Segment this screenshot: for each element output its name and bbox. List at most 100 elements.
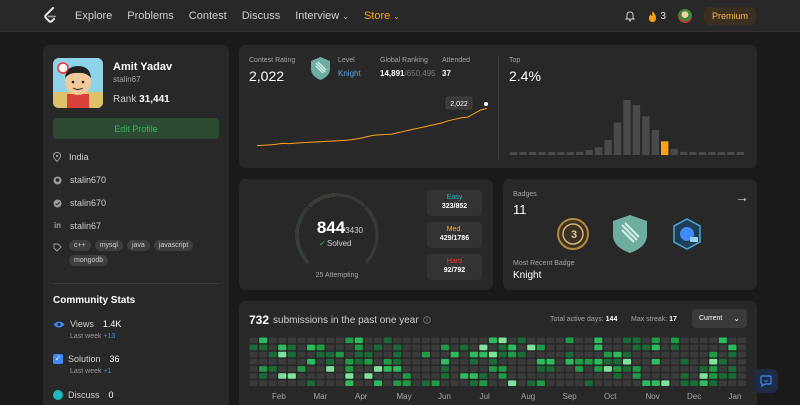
heatmap-cell[interactable] bbox=[603, 380, 612, 386]
heatmap-cell[interactable] bbox=[307, 380, 316, 386]
heatmap-cell[interactable] bbox=[584, 351, 593, 358]
heatmap-cell[interactable] bbox=[450, 337, 459, 344]
heatmap-cell[interactable] bbox=[297, 380, 306, 386]
heatmap-cell[interactable] bbox=[546, 351, 555, 358]
heatmap-cell[interactable] bbox=[575, 344, 584, 351]
heatmap-cell[interactable] bbox=[575, 366, 584, 372]
github-link[interactable]: stalin670 bbox=[70, 175, 106, 185]
heatmap-cell[interactable] bbox=[479, 366, 488, 372]
heatmap-cell[interactable] bbox=[345, 337, 354, 344]
heatmap-cell[interactable] bbox=[603, 337, 612, 344]
heatmap-cell[interactable] bbox=[345, 358, 354, 365]
heatmap-cell[interactable] bbox=[249, 351, 258, 358]
heatmap-cell[interactable] bbox=[278, 344, 287, 351]
heatmap-cell[interactable] bbox=[699, 380, 708, 386]
heatmap-cell[interactable] bbox=[737, 337, 746, 344]
heatmap-cell[interactable] bbox=[603, 351, 612, 358]
heatmap-cell[interactable] bbox=[670, 344, 679, 351]
heatmap-cell[interactable] bbox=[431, 344, 440, 351]
heatmap-cell[interactable] bbox=[431, 358, 440, 365]
heatmap-cell[interactable] bbox=[259, 380, 268, 386]
heatmap-cell[interactable] bbox=[594, 380, 603, 386]
heatmap-cell[interactable] bbox=[498, 337, 507, 344]
heatmap-cell[interactable] bbox=[460, 380, 469, 386]
heatmap-cell[interactable] bbox=[345, 380, 354, 386]
nav-link-explore[interactable]: Explore bbox=[75, 10, 112, 22]
heatmap-cell[interactable] bbox=[450, 344, 459, 351]
heatmap-cell[interactable] bbox=[316, 344, 325, 351]
heatmap-cell[interactable] bbox=[680, 351, 689, 358]
skill-tag[interactable]: c++ bbox=[69, 240, 91, 251]
skill-tag[interactable]: javascript bbox=[153, 240, 194, 251]
heatmap-cell[interactable] bbox=[699, 337, 708, 344]
heatmap-cell[interactable] bbox=[536, 366, 545, 372]
heatmap-cell[interactable] bbox=[316, 366, 325, 372]
heatmap-cell[interactable] bbox=[517, 373, 526, 379]
heatmap-cell[interactable] bbox=[345, 366, 354, 372]
heatmap-cell[interactable] bbox=[642, 337, 651, 344]
heatmap-cell[interactable] bbox=[374, 373, 383, 379]
heatmap-cell[interactable] bbox=[421, 366, 430, 372]
heatmap-cell[interactable] bbox=[268, 380, 277, 386]
heatmap-cell[interactable] bbox=[575, 380, 584, 386]
twitter-link[interactable]: stalin670 bbox=[70, 198, 106, 208]
heatmap-cell[interactable] bbox=[651, 337, 660, 344]
heatmap-cell[interactable] bbox=[632, 366, 641, 372]
heatmap-cell[interactable] bbox=[307, 337, 316, 344]
heatmap-cell[interactable] bbox=[556, 351, 565, 358]
heatmap-cell[interactable] bbox=[623, 366, 632, 372]
heatmap-cell[interactable] bbox=[546, 358, 555, 365]
heatmap-cell[interactable] bbox=[431, 380, 440, 386]
heatmap-cell[interactable] bbox=[421, 337, 430, 344]
heatmap-cell[interactable] bbox=[259, 337, 268, 344]
heatmap-cell[interactable] bbox=[680, 358, 689, 365]
top-percentile-histogram[interactable] bbox=[509, 95, 745, 158]
heatmap-cell[interactable] bbox=[508, 351, 517, 358]
heatmap-cell[interactable] bbox=[584, 337, 593, 344]
heatmap-cell[interactable] bbox=[345, 373, 354, 379]
heatmap-cell[interactable] bbox=[278, 358, 287, 365]
heatmap-cell[interactable] bbox=[623, 373, 632, 379]
heatmap-cell[interactable] bbox=[680, 366, 689, 372]
heatmap-cell[interactable] bbox=[402, 380, 411, 386]
heatmap-cell[interactable] bbox=[259, 366, 268, 372]
edit-profile-button[interactable]: Edit Profile bbox=[53, 118, 219, 139]
heatmap-cell[interactable] bbox=[690, 373, 699, 379]
heatmap-cell[interactable] bbox=[690, 380, 699, 386]
heatmap-cell[interactable] bbox=[575, 337, 584, 344]
heatmap-cell[interactable] bbox=[287, 351, 296, 358]
skill-tag[interactable]: mongodb bbox=[69, 255, 109, 266]
heatmap-cell[interactable] bbox=[670, 366, 679, 372]
heatmap-cell[interactable] bbox=[364, 373, 373, 379]
submission-heatmap[interactable] bbox=[249, 337, 747, 387]
heatmap-cell[interactable] bbox=[651, 358, 660, 365]
heatmap-cell[interactable] bbox=[613, 358, 622, 365]
heatmap-cell[interactable] bbox=[383, 380, 392, 386]
heatmap-cell[interactable] bbox=[517, 380, 526, 386]
heatmap-cell[interactable] bbox=[421, 351, 430, 358]
heatmap-cell[interactable] bbox=[623, 380, 632, 386]
heatmap-cell[interactable] bbox=[316, 358, 325, 365]
heatmap-cell[interactable] bbox=[728, 337, 737, 344]
heatmap-cell[interactable] bbox=[508, 337, 517, 344]
heatmap-cell[interactable] bbox=[565, 344, 574, 351]
premium-button[interactable]: Premium bbox=[703, 7, 756, 25]
heatmap-cell[interactable] bbox=[699, 373, 708, 379]
heatmap-cell[interactable] bbox=[728, 358, 737, 365]
heatmap-cell[interactable] bbox=[249, 344, 258, 351]
heatmap-cell[interactable] bbox=[383, 351, 392, 358]
heatmap-cell[interactable] bbox=[278, 351, 287, 358]
heatmap-cell[interactable] bbox=[508, 366, 517, 372]
heatmap-cell[interactable] bbox=[632, 358, 641, 365]
heatmap-cell[interactable] bbox=[728, 351, 737, 358]
heatmap-cell[interactable] bbox=[249, 380, 258, 386]
heatmap-cell[interactable] bbox=[393, 351, 402, 358]
heatmap-cell[interactable] bbox=[565, 373, 574, 379]
heatmap-cell[interactable] bbox=[441, 358, 450, 365]
heatmap-cell[interactable] bbox=[613, 380, 622, 386]
heatmap-cell[interactable] bbox=[469, 358, 478, 365]
heatmap-cell[interactable] bbox=[431, 337, 440, 344]
heatmap-cell[interactable] bbox=[469, 380, 478, 386]
heatmap-cell[interactable] bbox=[488, 366, 497, 372]
heatmap-cell[interactable] bbox=[623, 358, 632, 365]
